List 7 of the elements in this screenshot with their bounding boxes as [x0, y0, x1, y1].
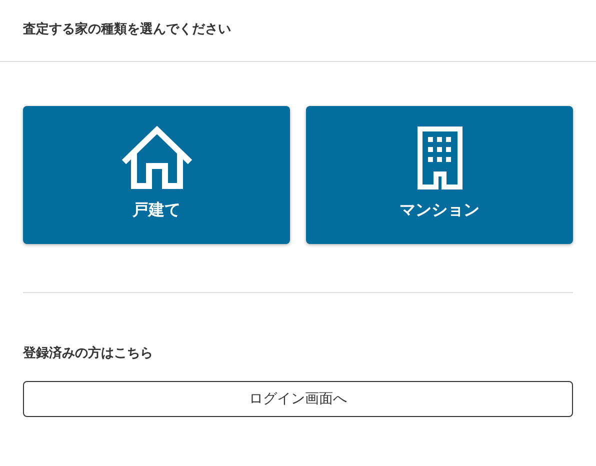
building-icon [416, 126, 462, 190]
page-title: 査定する家の種類を選んでください [23, 20, 231, 38]
home-type-button[interactable]: 戸建て [23, 106, 290, 244]
login-label: 登録済みの方はこちら [23, 344, 154, 362]
login-button[interactable]: ログイン画面へ [23, 381, 573, 417]
house-icon [122, 126, 192, 190]
home-type-button[interactable]: マンション [306, 106, 573, 244]
